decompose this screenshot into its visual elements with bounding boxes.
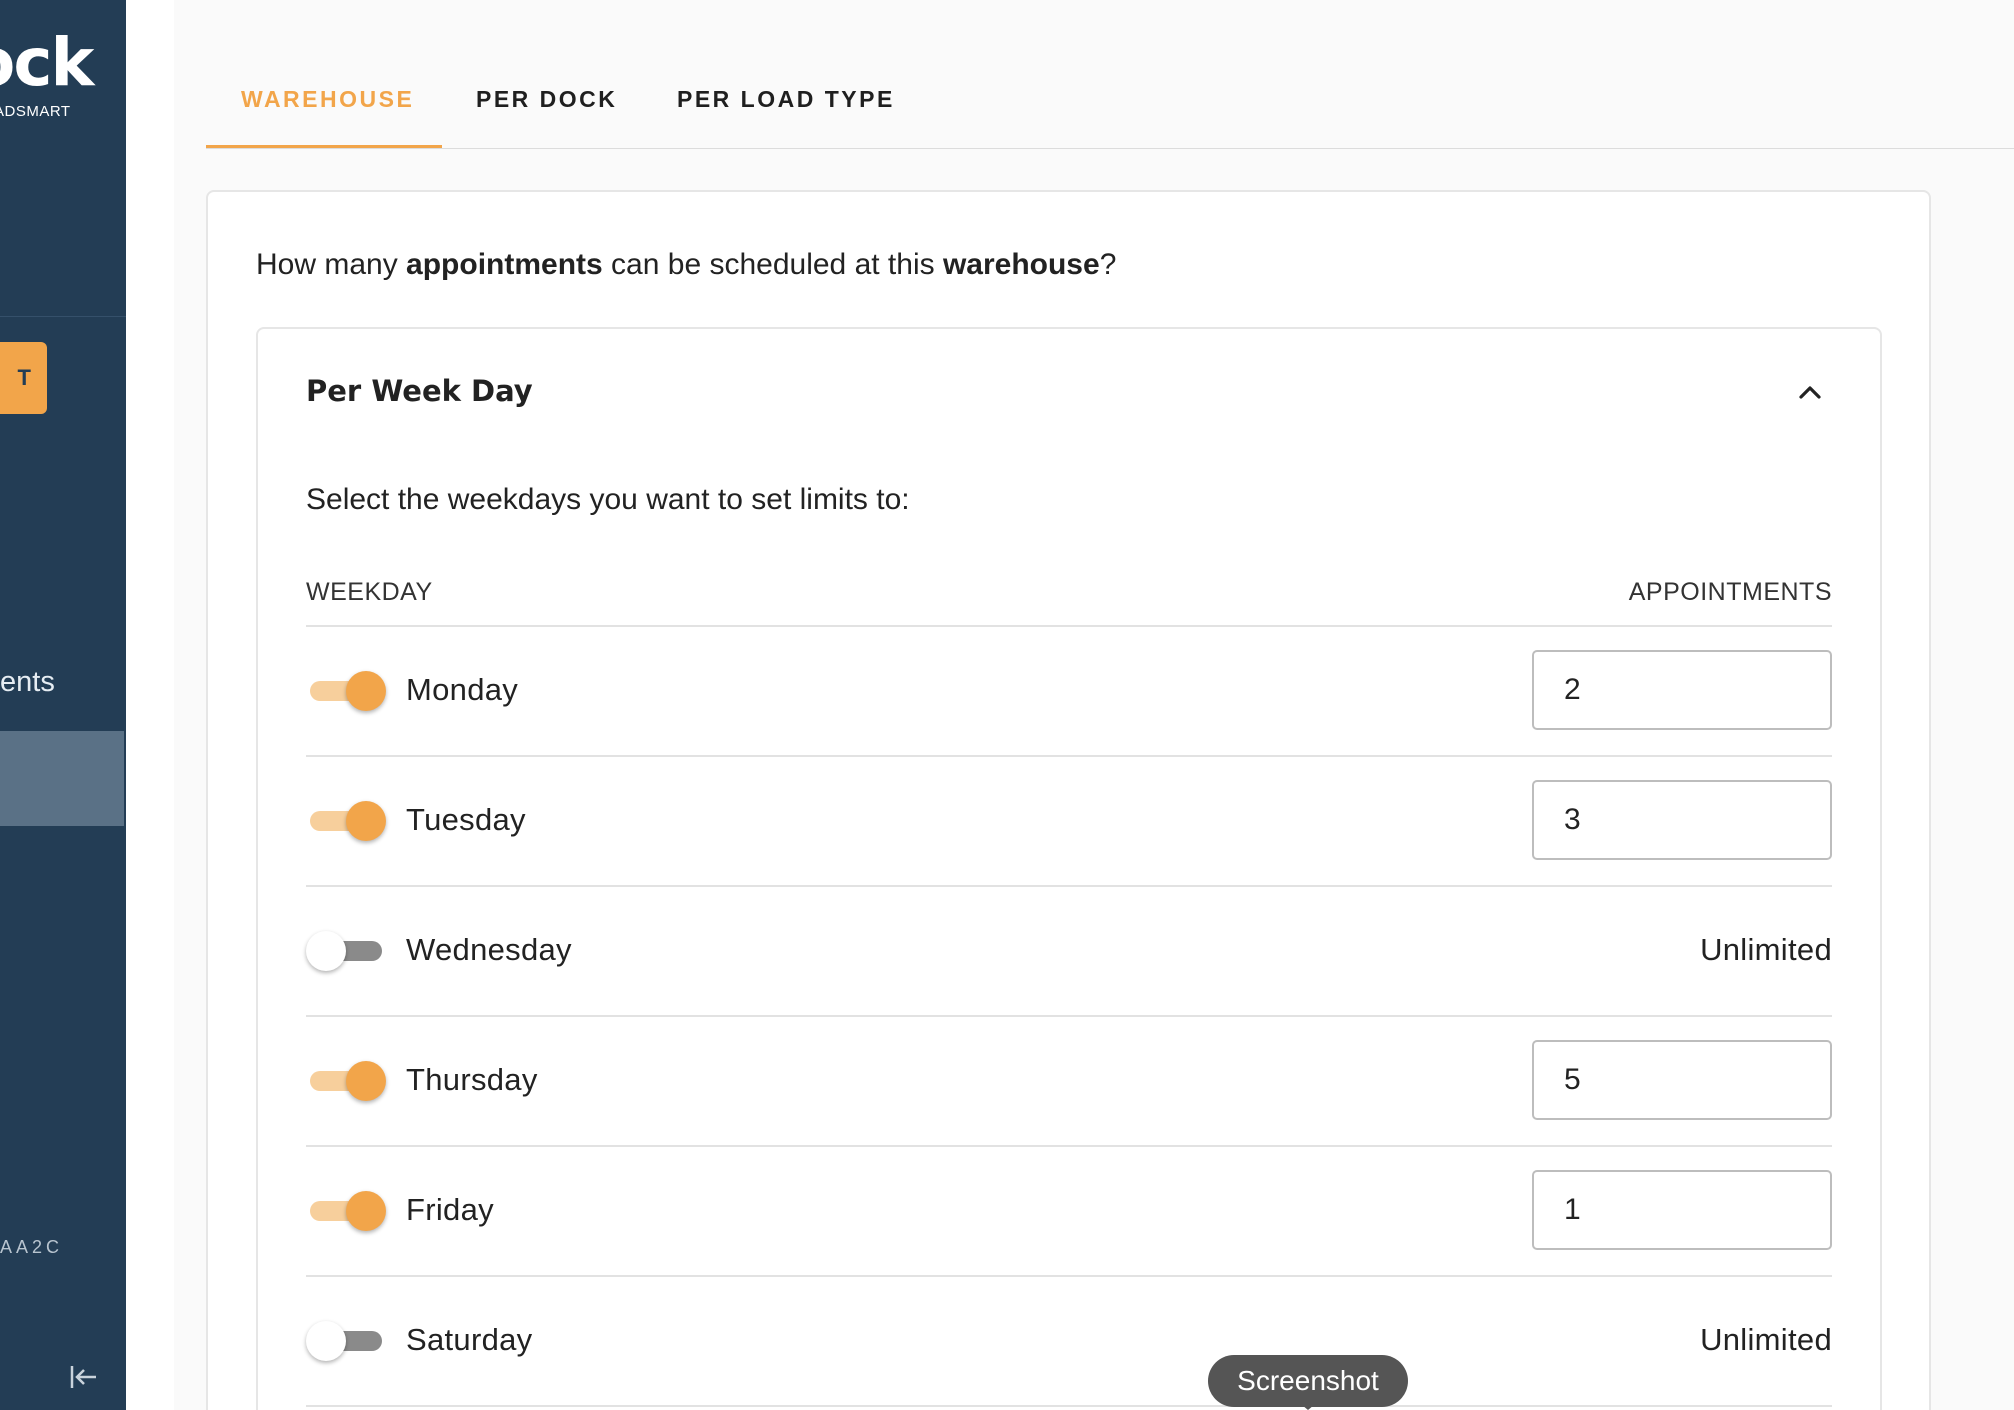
logo: ock	[0, 24, 94, 101]
toggle-monday[interactable]	[306, 666, 388, 714]
question-bold-appointments: appointments	[406, 248, 603, 281]
logo-subtitle: ADSMART	[0, 103, 71, 120]
toggle-tuesday[interactable]	[306, 796, 388, 844]
toggle-saturday[interactable]	[306, 1316, 388, 1364]
weekday-label: Wednesday	[406, 932, 572, 967]
tab-per-dock[interactable]: PER DOCK	[476, 86, 617, 113]
toggle-thursday[interactable]	[306, 1056, 388, 1104]
weekday-row-wednesday: Wednesday Unlimited	[306, 886, 1832, 1016]
chevron-up-icon[interactable]	[1795, 377, 1825, 407]
row-divider	[306, 1405, 1832, 1407]
weekday-label: Monday	[406, 672, 519, 707]
weekday-label: Thursday	[406, 1062, 538, 1097]
weekday-row-tuesday: Tuesday	[306, 756, 1832, 886]
sidebar-item-active[interactable]	[0, 731, 124, 826]
tab-warehouse[interactable]: WAREHOUSE	[241, 86, 414, 113]
active-tab-indicator	[206, 145, 442, 148]
question-text: How many appointments can be scheduled a…	[256, 248, 1117, 281]
collapse-left-icon[interactable]	[68, 1362, 98, 1392]
sidebar-footer-code: AA2C	[0, 1237, 64, 1257]
question-bold-warehouse: warehouse	[942, 248, 1100, 281]
sidebar-item-appointments[interactable]: ents	[0, 666, 55, 699]
appointments-input-thursday[interactable]	[1532, 1040, 1832, 1120]
toggle-wednesday[interactable]	[306, 926, 388, 974]
weekday-row-thursday: Thursday	[306, 1016, 1832, 1146]
weekday-row-saturday: Saturday Unlimited	[306, 1276, 1832, 1406]
section-title: Per Week Day	[306, 374, 533, 408]
toggle-friday[interactable]	[306, 1186, 388, 1234]
column-header-weekday: WEEKDAY	[306, 578, 433, 606]
appointments-input-tuesday[interactable]	[1532, 780, 1832, 860]
sidebar: ock ADSMART T ents AA2C	[0, 0, 126, 1410]
instruction-text: Select the weekdays you want to set limi…	[306, 483, 910, 516]
tooltip-arrow	[1296, 1400, 1320, 1410]
weekday-label: Friday	[406, 1192, 494, 1227]
sidebar-divider	[0, 316, 126, 317]
weekday-label: Saturday	[406, 1322, 533, 1357]
tab-bar: WAREHOUSE PER DOCK PER LOAD TYPE	[206, 0, 2014, 149]
weekday-row-friday: Friday	[306, 1146, 1832, 1276]
weekday-row-monday: Monday	[306, 626, 1832, 756]
sidebar-primary-button[interactable]: T	[0, 342, 47, 414]
weekday-label: Tuesday	[406, 802, 526, 837]
unlimited-label: Unlimited	[1700, 932, 1832, 967]
content-gutter	[126, 0, 174, 1410]
unlimited-label: Unlimited	[1700, 1322, 1832, 1357]
appointments-input-monday[interactable]	[1532, 650, 1832, 730]
appointments-input-friday[interactable]	[1532, 1170, 1832, 1250]
column-header-appointments: APPOINTMENTS	[1628, 578, 1832, 606]
tab-per-load-type[interactable]: PER LOAD TYPE	[677, 86, 895, 113]
